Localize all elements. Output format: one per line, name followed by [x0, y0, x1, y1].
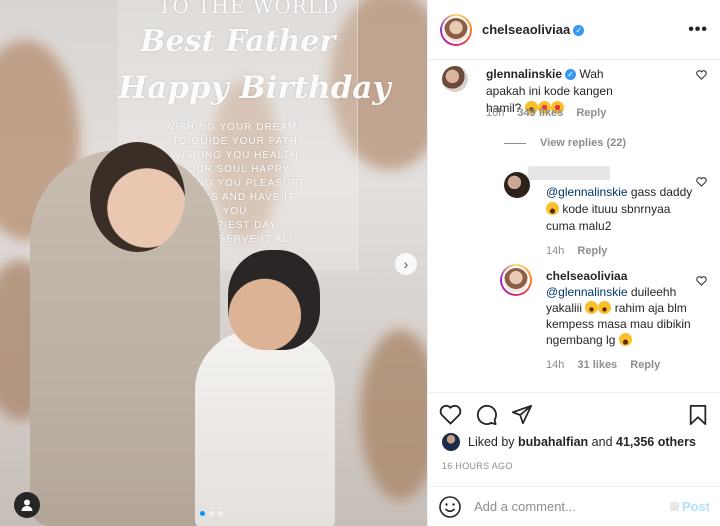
man-head	[228, 250, 320, 350]
comment-username[interactable]: glennalinskie	[486, 67, 562, 81]
post-header: chelseaoliviaa ✓ •••	[428, 0, 720, 60]
post-actions	[428, 392, 720, 436]
verified-badge-icon: ✓	[565, 69, 577, 80]
carousel-next-button[interactable]: ›	[395, 253, 417, 275]
person-icon	[21, 499, 33, 511]
likes-prefix: Liked by	[468, 435, 519, 449]
pampas-decor-right-low	[360, 330, 427, 500]
view-replies-line	[504, 142, 526, 144]
reply-button[interactable]: Reply	[576, 107, 606, 119]
verified-badge-icon: ✓	[573, 25, 585, 36]
more-options-icon[interactable]: •••	[688, 21, 708, 39]
man-figure	[195, 330, 335, 526]
story-ring[interactable]	[500, 264, 532, 296]
add-comment-bar: Post	[428, 486, 720, 526]
emoji-picker-icon[interactable]	[438, 495, 462, 519]
reply: chelseaoliviaa @glennalinskie duileehh y…	[546, 268, 696, 348]
reply-meta: 14h 31 likes Reply	[546, 359, 660, 371]
heart-icon	[439, 404, 461, 425]
reply-time: 14h	[546, 245, 565, 257]
post-comment-button[interactable]: Post	[682, 499, 710, 514]
carousel-indicator	[200, 511, 223, 516]
share-button[interactable]	[510, 403, 534, 427]
reply-meta: 14h Reply	[546, 245, 607, 257]
paper-plane-icon	[511, 404, 533, 424]
sign-text-happy-birthday: Happy Birthday	[118, 70, 391, 106]
reply-avatar[interactable]	[502, 266, 530, 294]
carousel-dot-2	[209, 511, 214, 516]
reply-text: gass daddy	[630, 185, 693, 199]
comment-likes[interactable]: 349 likes	[517, 107, 563, 119]
sign-text-best-father: Best Father	[140, 24, 336, 59]
author-username[interactable]: chelseaoliviaa ✓	[482, 22, 585, 37]
commenter-avatar[interactable]	[442, 66, 468, 92]
sign-text-small-1: WISHING YOUR DREAMS	[165, 122, 305, 133]
post-photo[interactable]: TO THE WORLD Best Father Happy Birthday …	[0, 0, 427, 526]
reply-time: 14h	[546, 359, 565, 371]
comment-meta: 16h 349 likes Reply	[486, 107, 606, 119]
comments-list[interactable]: glennalinskie ✓ Wah apakah ini kode kange…	[428, 60, 720, 392]
reply-like-heart-icon[interactable]	[696, 177, 707, 187]
reply-likes[interactable]: 31 likes	[577, 359, 617, 371]
save-button[interactable]	[686, 403, 710, 427]
woman-head	[90, 142, 185, 252]
reply-mention[interactable]: @glennalinskie	[546, 285, 628, 299]
like-button[interactable]	[438, 403, 462, 427]
reply-button[interactable]: Reply	[630, 359, 660, 371]
grimace-emoji-icon	[618, 333, 632, 346]
likes-count[interactable]: 41,356 others	[616, 435, 696, 449]
comment-time: 16h	[486, 107, 505, 119]
carousel-dot-3	[218, 511, 223, 516]
post-sidebar: chelseaoliviaa ✓ ••• glennalinskie ✓ Wah a…	[427, 0, 720, 526]
likes-summary: Liked by bubahalfian and 41,356 others	[442, 433, 712, 451]
liker-avatar[interactable]	[442, 433, 460, 451]
post-timestamp[interactable]: 16 HOURS AGO	[442, 461, 513, 471]
instagram-post: TO THE WORLD Best Father Happy Birthday …	[0, 0, 720, 526]
carousel-dot-1	[200, 511, 205, 516]
reply-button[interactable]: Reply	[577, 245, 607, 257]
reply-username[interactable]: chelseaoliviaa	[546, 269, 627, 283]
view-replies-button[interactable]: View replies (22)	[504, 137, 626, 149]
author-avatar[interactable]	[442, 15, 470, 44]
reply-mention[interactable]: @glennalinskie	[546, 185, 628, 199]
reply-like-heart-icon[interactable]	[696, 276, 707, 286]
sign-text-small-2: TO GUIDE YOUR PATH	[172, 136, 298, 147]
reply-avatar[interactable]	[504, 172, 530, 198]
comment-button[interactable]	[474, 403, 498, 427]
sign-text-small-3: WISHING YOU HEALTH	[171, 150, 299, 161]
story-ring[interactable]	[440, 13, 472, 46]
tagged-users-button[interactable]	[14, 492, 40, 518]
astonished-emoji-icon	[598, 301, 612, 314]
reply-text-cont: kode ituuu sbnrnyaa cuma malu2	[546, 202, 671, 233]
comment-like-heart-icon[interactable]	[696, 70, 707, 80]
bookmark-icon	[689, 404, 707, 425]
likes-mid: and	[588, 435, 616, 449]
redacted-username	[528, 166, 610, 180]
sign-text-top: TO THE WORLD	[158, 0, 340, 18]
comment-input[interactable]	[474, 499, 670, 514]
astonished-emoji-icon	[585, 301, 599, 314]
grinning-emoji-icon	[546, 202, 559, 215]
cursor-marker-icon	[669, 502, 679, 511]
comment-bubble-icon	[476, 404, 497, 425]
reply: @glennalinskie gass daddy kode ituuu sbn…	[546, 184, 696, 235]
liker-username[interactable]: bubahalfian	[518, 435, 588, 449]
